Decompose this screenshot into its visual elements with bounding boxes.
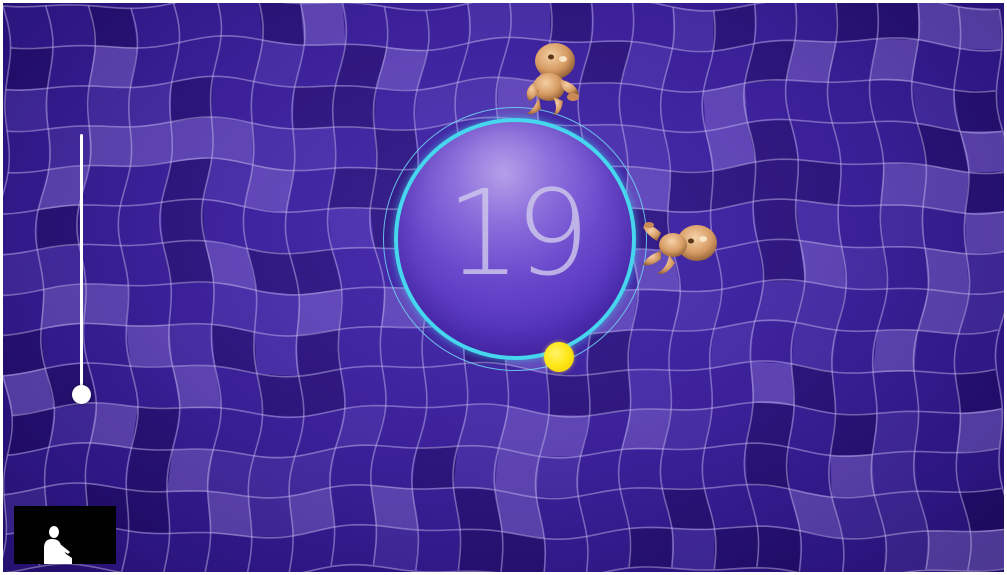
grid-line [3,3,999,12]
grid-line [200,3,223,572]
ball-icon [544,342,574,372]
camera-preview [14,506,116,564]
grid-line [868,3,889,572]
grid-line [784,3,806,572]
grid-line [6,522,1004,540]
grid-line [3,482,1002,500]
player-silhouette-icon [44,526,72,564]
grid-line [284,3,306,572]
power-slider-knob[interactable] [72,384,91,404]
grid-line [742,3,765,567]
power-slider-track[interactable] [80,134,83,394]
grid-line [7,441,999,459]
score-counter: 19 [445,164,590,302]
game-canvas[interactable]: 19 [3,3,1004,572]
grid-line [994,8,1004,497]
grid-line [910,3,930,570]
grid-line [4,563,1004,572]
score-dial: 19 [383,107,647,372]
grid-line [10,34,1001,53]
grid-line [5,75,996,93]
grid-line [326,3,348,566]
grid-line [3,5,14,559]
dial-face: 19 [394,118,636,372]
baby-figure-icon [643,222,717,274]
baby-figure-icon [526,43,579,115]
grid-line [159,3,181,572]
grid-line [117,8,139,572]
